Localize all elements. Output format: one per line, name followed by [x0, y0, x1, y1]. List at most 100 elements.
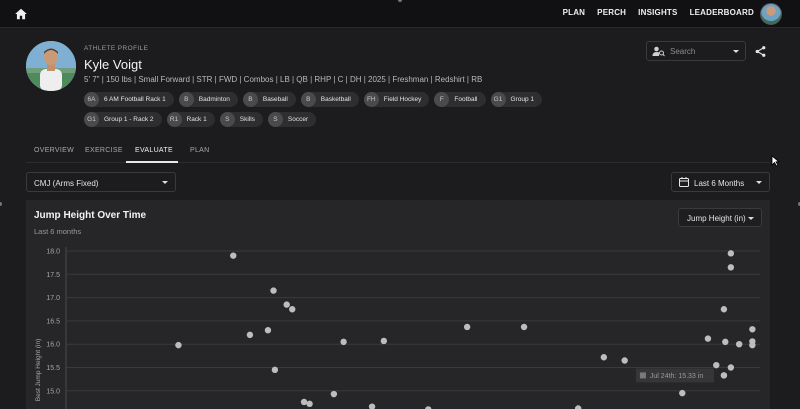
group-chip-label: Skills: [239, 116, 255, 123]
test-select[interactable]: CMJ (Arms Fixed): [26, 172, 176, 192]
group-chip-label: Rack 1: [186, 116, 207, 123]
data-point: [600, 354, 608, 361]
chart-subtitle: Last 6 months: [34, 227, 82, 236]
group-chip-abbr: G1: [490, 92, 506, 107]
group-chip[interactable]: 6A 6 AM Football Rack 1: [84, 92, 174, 107]
data-point: [330, 390, 338, 398]
data-point: [289, 306, 296, 313]
group-chip-label: Group 1: [510, 96, 535, 103]
data-point: [722, 338, 729, 346]
data-point: [749, 326, 756, 333]
active-tab-indicator: [126, 161, 178, 163]
data-point: [246, 331, 254, 339]
data-point: [271, 366, 279, 374]
data-point: [621, 357, 628, 364]
tab-overview[interactable]: OVERVIEW: [34, 147, 74, 154]
data-point: [283, 301, 290, 308]
date-range-select[interactable]: Last 6 Months: [671, 172, 770, 192]
group-chip-label: 6 AM Football Rack 1: [104, 96, 166, 103]
group-chip-label: Field Hockey: [383, 96, 422, 103]
tab-evaluate[interactable]: EVALUATE: [135, 147, 173, 154]
group-chip[interactable]: B Baseball: [242, 92, 296, 107]
nav-plan[interactable]: PLAN: [563, 8, 586, 17]
y-tick-label: 15.5: [46, 365, 60, 372]
data-point: [175, 341, 182, 349]
athlete-search[interactable]: Search: [646, 41, 746, 61]
chevron-down-icon: [162, 181, 168, 184]
tooltip-swatch: [639, 372, 646, 379]
top-bar: PLAN PERCH INSIGHTS LEADERBOARD: [0, 0, 800, 28]
search-placeholder: Search: [670, 47, 696, 56]
resize-handle[interactable]: [0, 202, 2, 206]
group-chip-abbr: S: [267, 112, 283, 127]
y-axis-label: Best Jump Height (in): [35, 339, 42, 402]
tab-plan[interactable]: PLAN: [190, 147, 210, 154]
main-nav: PLAN PERCH INSIGHTS LEADERBOARD: [563, 8, 754, 17]
profile-tabs: OVERVIEW EXERCISE EVALUATE PLAN: [26, 140, 770, 163]
group-chip-abbr: B: [242, 92, 258, 107]
date-range-value: Last 6 Months: [694, 179, 745, 188]
group-chip-label: Basketball: [320, 96, 351, 103]
group-chip[interactable]: B Badminton: [178, 92, 238, 107]
metric-select[interactable]: Jump Height (in): [678, 208, 762, 227]
data-point: [679, 389, 686, 397]
group-chip[interactable]: S Skills: [219, 112, 263, 127]
user-avatar[interactable]: [760, 3, 782, 25]
athlete-details: 5' 7" | 150 lbs | Small Forward | STR | …: [84, 75, 483, 84]
profile-eyebrow: ATHLETE PROFILE: [84, 45, 149, 52]
tab-exercise[interactable]: EXERCISE: [85, 147, 123, 154]
data-point: [306, 400, 313, 408]
group-chip-label: Baseball: [262, 96, 288, 103]
nav-leaderboard[interactable]: LEADERBOARD: [690, 8, 754, 17]
group-chip-label: Badminton: [198, 96, 230, 103]
chart-panel: 18.0 17.5 17.0 16.5 16.0 15.5 15.0 Best Jump He…: [26, 200, 770, 409]
chevron-down-icon: [756, 181, 762, 184]
group-chip-abbr: B: [178, 92, 194, 107]
group-chip[interactable]: B Basketball: [300, 92, 359, 107]
group-chip[interactable]: G1 Group 1 - Rack 2: [84, 112, 162, 127]
data-point: [749, 341, 756, 349]
group-chip-abbr: R1: [166, 112, 182, 127]
data-point: [720, 372, 728, 379]
group-chip[interactable]: G1 Group 1: [490, 92, 542, 107]
data-point: [300, 398, 308, 406]
jump-height-chart: 18.0 17.5 17.0 16.5 16.0 15.5 15.0 Best Jump He…: [35, 247, 760, 409]
mouse-cursor-icon: [771, 155, 780, 167]
group-chip-label: Football: [454, 96, 478, 103]
group-chip-label: Soccer: [287, 116, 309, 123]
nav-perch[interactable]: PERCH: [597, 8, 626, 17]
data-point: [368, 403, 376, 409]
athlete-avatar: [26, 41, 76, 91]
group-chip-abbr: S: [219, 112, 235, 127]
test-select-value: CMJ (Arms Fixed): [34, 179, 99, 188]
data-point: [520, 323, 528, 331]
metric-select-value: Jump Height (in): [687, 214, 746, 223]
calendar-icon: [679, 177, 689, 187]
chart-title: Jump Height Over Time: [34, 210, 147, 221]
y-tick-label: 16.5: [46, 318, 60, 325]
tooltip-text: Jul 24th: 15.33 in: [650, 373, 703, 380]
group-chip-abbr: FH: [363, 92, 379, 107]
home-icon[interactable]: [14, 7, 28, 21]
data-point: [574, 405, 582, 409]
share-icon[interactable]: [754, 45, 767, 58]
data-point: [230, 252, 237, 259]
group-chip-label: Group 1 - Rack 2: [104, 116, 154, 123]
group-chip[interactable]: F Football: [434, 92, 486, 107]
nav-insights[interactable]: INSIGHTS: [638, 8, 677, 17]
data-point: [380, 337, 388, 345]
group-chip[interactable]: FH Field Hockey: [363, 92, 430, 107]
group-chip[interactable]: S Soccer: [267, 112, 317, 127]
y-tick-label: 17.0: [46, 295, 60, 302]
group-chip-abbr: G1: [84, 112, 99, 127]
y-tick-label: 16.0: [46, 342, 60, 349]
data-point: [340, 338, 347, 346]
data-point: [463, 323, 471, 331]
group-chip-abbr: 6A: [84, 92, 99, 107]
data-point: [704, 335, 712, 342]
person-search-icon: [652, 46, 665, 57]
data-point: [727, 364, 735, 371]
group-chip-abbr: F: [434, 92, 450, 107]
group-chip[interactable]: R1 Rack 1: [166, 112, 215, 127]
data-point: [713, 361, 720, 369]
